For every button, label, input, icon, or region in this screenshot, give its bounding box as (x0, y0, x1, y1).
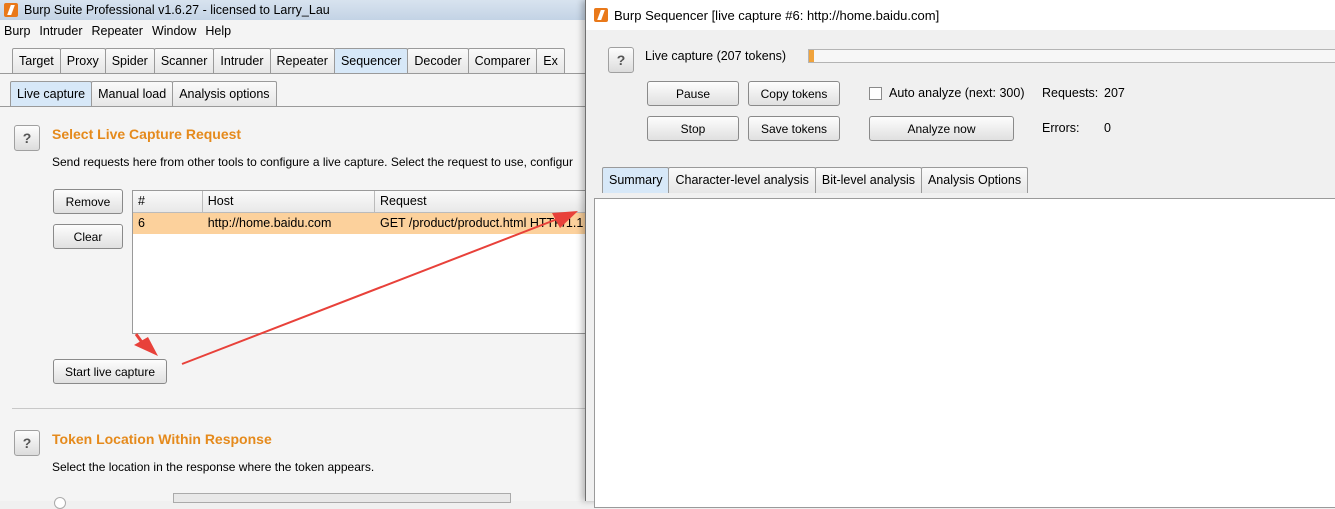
tab-repeater[interactable]: Repeater (269, 48, 335, 73)
tab-intruder[interactable]: Intruder (213, 48, 271, 73)
column-number[interactable]: # (133, 191, 203, 212)
tool-tabs: Target Proxy Spider Scanner Intruder Rep… (12, 48, 565, 73)
subtab-analysis-options[interactable]: Analysis options (172, 81, 277, 106)
tab-bit-level[interactable]: Bit-level analysis (814, 167, 922, 193)
pause-button[interactable]: Pause (647, 81, 739, 106)
sequencer-subtabs: Live capture Manual load Analysis option… (10, 81, 277, 106)
analyze-now-button[interactable]: Analyze now (869, 116, 1014, 141)
burp-main-window: Burp Suite Professional v1.6.27 - licens… (0, 0, 602, 509)
select-request-title: Select Live Capture Request (52, 126, 242, 142)
sequencer-window-title: Burp Sequencer [live capture #6: http://… (614, 7, 940, 23)
tab-decoder[interactable]: Decoder (407, 48, 469, 73)
save-tokens-button[interactable]: Save tokens (748, 116, 840, 141)
location-radio[interactable] (54, 497, 66, 509)
tab-summary[interactable]: Summary (602, 167, 670, 193)
request-table: # Host Request 6 http://home.baidu.com G… (132, 190, 602, 334)
errors-label: Errors: (1042, 121, 1080, 135)
menu-bar: Burp Intruder Repeater Window Help (0, 21, 240, 41)
row-request: GET /product/product.html HTTP/1.1 (379, 216, 584, 230)
start-live-capture-button[interactable]: Start live capture (53, 359, 167, 384)
column-request[interactable]: Request (375, 191, 601, 212)
auto-analyze-checkbox[interactable] (869, 87, 882, 100)
tab-comparer[interactable]: Comparer (467, 48, 538, 73)
token-location-description: Select the location in the response wher… (52, 460, 375, 474)
location-field[interactable] (173, 493, 511, 503)
copy-tokens-button[interactable]: Copy tokens (748, 81, 840, 106)
main-window-title: Burp Suite Professional v1.6.27 - licens… (24, 3, 330, 17)
select-request-description: Send requests here from other tools to c… (52, 155, 573, 169)
menu-repeater[interactable]: Repeater (92, 24, 143, 38)
sequencer-window: Burp Sequencer [live capture #6: http://… (585, 0, 1335, 508)
tab-spider[interactable]: Spider (104, 48, 155, 73)
help-icon[interactable]: ? (14, 430, 40, 456)
tab-target[interactable]: Target (12, 48, 61, 73)
tab-scanner[interactable]: Scanner (153, 48, 215, 73)
tab-divider (0, 73, 600, 74)
errors-count: 0 (1104, 121, 1111, 135)
tab-sequencer[interactable]: Sequencer (333, 48, 409, 73)
tab-proxy[interactable]: Proxy (59, 48, 106, 73)
auto-analyze-label: Auto analyze (next: 300) (889, 86, 1025, 100)
progress-fill (809, 50, 815, 62)
menu-help[interactable]: Help (205, 24, 231, 38)
requests-count: 207 (1104, 86, 1125, 100)
menu-intruder[interactable]: Intruder (39, 24, 82, 38)
burp-logo-icon (4, 3, 18, 17)
menu-burp[interactable]: Burp (4, 24, 30, 38)
summary-panel (594, 198, 1335, 508)
tab-character-level[interactable]: Character-level analysis (668, 167, 816, 193)
table-row[interactable]: 6 http://home.baidu.com GET /product/pro… (133, 213, 601, 234)
capture-progress-bar (808, 49, 1335, 63)
menu-window[interactable]: Window (152, 24, 196, 38)
clear-button[interactable]: Clear (53, 224, 123, 249)
tab-analysis-options[interactable]: Analysis Options (920, 167, 1029, 193)
help-icon[interactable]: ? (608, 47, 634, 73)
sequencer-body: ? Live capture (207 tokens) Pause Copy t… (586, 30, 1335, 508)
stop-button[interactable]: Stop (647, 116, 739, 141)
section-divider (12, 408, 600, 409)
row-number: 6 (138, 216, 145, 230)
table-header: # Host Request (133, 191, 601, 213)
token-location-title: Token Location Within Response (52, 431, 272, 447)
tab-extender[interactable]: Ex (536, 48, 565, 73)
main-titlebar: Burp Suite Professional v1.6.27 - licens… (0, 0, 600, 20)
requests-label: Requests: (1042, 86, 1099, 100)
subtab-live-capture[interactable]: Live capture (10, 81, 93, 106)
analysis-tabs: Summary Character-level analysis Bit-lev… (602, 167, 1029, 193)
remove-button[interactable]: Remove (53, 189, 123, 214)
burp-logo-icon (594, 8, 608, 22)
live-capture-label: Live capture (207 tokens) (645, 49, 787, 63)
help-icon[interactable]: ? (14, 125, 40, 151)
subtab-divider (0, 106, 600, 107)
subtab-manual-load[interactable]: Manual load (91, 81, 174, 106)
column-host[interactable]: Host (203, 191, 375, 212)
row-host: http://home.baidu.com (207, 216, 332, 230)
sequencer-titlebar: Burp Sequencer [live capture #6: http://… (586, 0, 1335, 30)
